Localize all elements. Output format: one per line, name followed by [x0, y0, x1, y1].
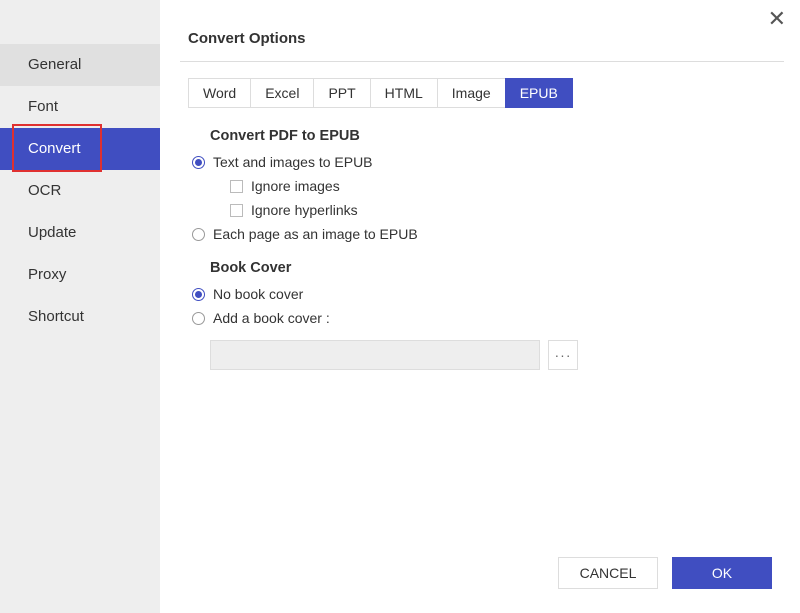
sidebar-item-font[interactable]: Font: [0, 86, 160, 128]
option-label: No book cover: [213, 286, 303, 302]
sidebar-item-update[interactable]: Update: [0, 212, 160, 254]
tab-word[interactable]: Word: [188, 78, 251, 108]
dots-icon: ···: [555, 347, 572, 363]
close-icon[interactable]: ✕: [768, 8, 786, 30]
sidebar-item-label: Update: [28, 224, 76, 241]
sidebar-item-label: Proxy: [28, 266, 66, 283]
convert-section: Convert PDF to EPUB Text and images to E…: [160, 108, 800, 370]
option-label: Text and images to EPUB: [213, 154, 373, 170]
option-label: Ignore images: [251, 178, 340, 194]
sidebar-item-proxy[interactable]: Proxy: [0, 254, 160, 296]
tab-epub[interactable]: EPUB: [505, 78, 573, 108]
page-title: Convert Options: [160, 0, 800, 61]
option-label: Each page as an image to EPUB: [213, 226, 418, 242]
tab-label: Excel: [265, 85, 299, 101]
tab-image[interactable]: Image: [437, 78, 506, 108]
sidebar-item-label: Shortcut: [28, 308, 84, 325]
button-label: CANCEL: [580, 565, 637, 581]
check-ignore-images[interactable]: [230, 180, 243, 193]
radio-no-cover[interactable]: [192, 288, 205, 301]
sidebar-item-convert[interactable]: Convert: [0, 128, 160, 170]
tab-excel[interactable]: Excel: [250, 78, 314, 108]
tab-label: Word: [203, 85, 236, 101]
radio-page-as-image[interactable]: [192, 228, 205, 241]
sidebar-item-label: Font: [28, 98, 58, 115]
button-label: OK: [712, 565, 732, 581]
radio-add-cover[interactable]: [192, 312, 205, 325]
sidebar-item-ocr[interactable]: OCR: [0, 170, 160, 212]
sidebar: General Font Convert OCR Update Proxy Sh…: [0, 0, 160, 613]
ok-button[interactable]: OK: [672, 557, 772, 589]
sidebar-item-label: General: [28, 56, 81, 73]
sidebar-item-label: Convert: [28, 140, 81, 157]
option-label: Add a book cover :: [213, 310, 330, 326]
radio-text-images[interactable]: [192, 156, 205, 169]
browse-button[interactable]: ···: [548, 340, 578, 370]
sidebar-item-label: OCR: [28, 182, 61, 199]
main-panel: ✕ Convert Options Word Excel PPT HTML Im…: [160, 0, 800, 613]
sidebar-item-shortcut[interactable]: Shortcut: [0, 296, 160, 338]
footer: CANCEL OK: [160, 557, 800, 613]
format-tabs: Word Excel PPT HTML Image EPUB: [188, 78, 800, 108]
tab-label: HTML: [385, 85, 423, 101]
tab-label: PPT: [328, 85, 355, 101]
cover-path-input[interactable]: [210, 340, 540, 370]
tab-label: Image: [452, 85, 491, 101]
tab-ppt[interactable]: PPT: [313, 78, 370, 108]
section-heading: Book Cover: [210, 260, 770, 276]
section-heading: Convert PDF to EPUB: [210, 128, 770, 144]
divider: [180, 61, 784, 62]
sidebar-item-general[interactable]: General: [0, 44, 160, 86]
cancel-button[interactable]: CANCEL: [558, 557, 658, 589]
tab-html[interactable]: HTML: [370, 78, 438, 108]
option-label: Ignore hyperlinks: [251, 202, 358, 218]
check-ignore-hyperlinks[interactable]: [230, 204, 243, 217]
tab-label: EPUB: [520, 85, 558, 101]
